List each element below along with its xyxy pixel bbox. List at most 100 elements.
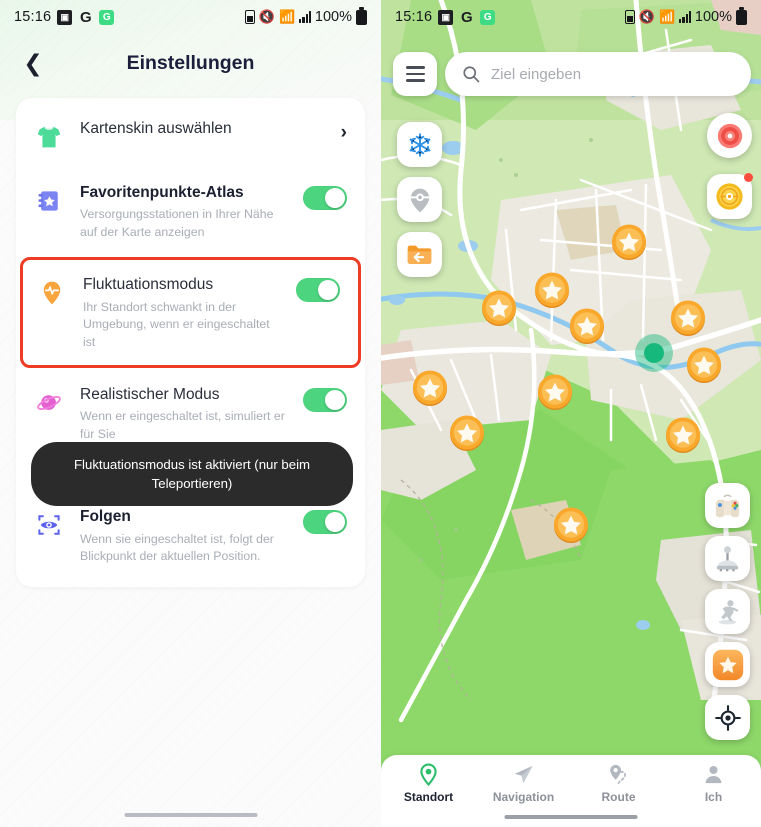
star-coin-glyph [612, 224, 646, 260]
person-icon [705, 765, 722, 784]
toggle-knob [325, 188, 345, 208]
signal-icon [299, 11, 311, 23]
back-button[interactable]: ❮ [18, 48, 48, 78]
toggle-favoritenpunkte-atlas[interactable] [303, 186, 347, 210]
map-screen: ner EBERSWALDE 2 Eberswalde EBERSWALDE 1… [381, 0, 761, 827]
poi-star-marker[interactable] [609, 222, 649, 262]
google-g-icon: G [79, 8, 92, 26]
settings-row-title: Kartenskin auswählen [80, 120, 232, 137]
settings-row-favoritenpunkte-atlas[interactable]: Favoritenpunkte-Atlas Versorgungsstation… [16, 168, 365, 255]
poi-star-marker[interactable] [447, 413, 487, 453]
settings-row-body: Folgen Wenn sie eingeschaltet ist, folgt… [80, 506, 289, 565]
target-red-icon[interactable] [707, 113, 752, 158]
red-target-glyph [717, 123, 742, 148]
wifi-icon: 📶 [278, 9, 296, 24]
star-coin-glyph [413, 370, 447, 406]
settings-row-subtitle: Ihr Standort schwankt in der Umgebung, w… [83, 299, 270, 349]
settings-row-body: Favoritenpunkte-Atlas Versorgungsstation… [80, 182, 289, 241]
star-coin-glyph [687, 347, 721, 383]
star-coin-glyph [554, 507, 588, 543]
star-coin-glyph [570, 308, 604, 344]
poi-star-marker[interactable] [479, 288, 519, 328]
green-app-icon: G [480, 9, 496, 25]
image-icon: ▣ [438, 9, 454, 25]
vault-icon [624, 10, 635, 24]
chevron-right-icon[interactable]: › [341, 122, 347, 144]
pokeball-grey-icon[interactable] [397, 177, 442, 222]
map-graphics [381, 0, 761, 827]
gamepad-icon[interactable] [705, 483, 750, 528]
tshirt-icon [32, 120, 66, 154]
poi-star-marker[interactable] [663, 415, 703, 455]
toast-message: Fluktuationsmodus ist aktiviert (nur bei… [31, 442, 353, 507]
nav-item-navigation[interactable]: Navigation [476, 763, 571, 804]
settings-row-control: › [341, 122, 347, 144]
status-bar-right-icons: 🔇 📶 100% [244, 7, 367, 25]
settings-row-control [303, 388, 347, 413]
settings-row-title: Fluktuationsmodus [83, 276, 214, 294]
toggle-knob [325, 390, 345, 411]
map-canvas[interactable]: ner EBERSWALDE 2 Eberswalde EBERSWALDE 1… [381, 0, 761, 827]
status-bar-right-right-icons: 🔇 📶 100% [624, 7, 747, 25]
status-bar-left: 15:16 ▣ G G 🔇 📶 100% [0, 0, 381, 34]
mute-icon: 🔇 [638, 9, 655, 24]
atlas-book-icon [32, 184, 66, 218]
nav-label: Navigation [492, 790, 555, 804]
settings-row-control [303, 186, 347, 210]
battery-percent: 100% [694, 9, 732, 25]
location-pin-icon [420, 763, 437, 786]
settings-screen: 15:16 ▣ G G 🔇 📶 100% ❮ Einstellungen Kar… [0, 0, 381, 827]
favorite-star-icon[interactable] [705, 642, 750, 687]
signal-icon [679, 11, 691, 23]
battery-percent: 100% [314, 9, 352, 25]
status-bar-right: 15:16 ▣ G G 🔇 📶 100% [381, 0, 761, 34]
folder-back-icon[interactable] [397, 232, 442, 277]
nav-item-ich[interactable]: Ich [666, 763, 761, 804]
settings-row-kartenskin[interactable]: Kartenskin auswählen › [16, 104, 365, 168]
poi-star-marker[interactable] [567, 306, 607, 346]
poi-star-marker[interactable] [551, 505, 591, 545]
gold-pokeball-glyph [716, 183, 743, 210]
app-root: 15:16 ▣ G G 🔇 📶 100% ❮ Einstellungen Kar… [0, 0, 761, 827]
running-person-icon[interactable] [705, 589, 750, 634]
poi-star-marker[interactable] [668, 298, 708, 338]
poi-star-marker[interactable] [532, 270, 572, 310]
toggle-folgen[interactable] [303, 510, 347, 535]
settings-row-title: Realistischer Modus [80, 386, 220, 404]
status-bar-right-left-icons: 15:16 ▣ G G [395, 8, 496, 26]
settings-row-title: Favoritenpunkte-Atlas [80, 184, 244, 201]
search-input[interactable]: Ziel eingeben [445, 52, 751, 96]
poi-star-marker[interactable] [410, 368, 450, 408]
page-title: Einstellungen [126, 51, 255, 74]
poi-star-marker[interactable] [684, 345, 724, 385]
mute-icon: 🔇 [258, 9, 275, 24]
star-coin-glyph [482, 290, 516, 326]
nav-label: Route [601, 790, 636, 804]
star-coin-glyph [538, 374, 572, 410]
snowflake-icon[interactable] [397, 122, 442, 167]
user-location-dot [635, 334, 673, 372]
runner-glyph [718, 600, 739, 625]
joystick-icon[interactable] [705, 536, 750, 581]
planet-icon [32, 386, 66, 420]
nav-item-route[interactable]: Route [571, 763, 666, 804]
toggle-realistischer-modus[interactable] [303, 388, 347, 413]
locate-me-icon[interactable] [705, 695, 750, 740]
google-g-icon: G [460, 8, 473, 26]
hamburger-menu-icon[interactable] [393, 52, 437, 96]
route-pin-icon [610, 764, 626, 784]
nav-item-standort[interactable]: Standort [381, 763, 476, 804]
settings-row-fluktuationsmodus[interactable]: Fluktuationsmodus Ihr Standort schwankt … [20, 257, 361, 369]
pokeball-gold-icon[interactable] [707, 173, 753, 219]
toggle-fluktuationsmodus[interactable] [296, 278, 340, 303]
snowflake-glyph [409, 132, 430, 157]
search-placeholder: Ziel eingeben [491, 65, 582, 83]
settings-row-subtitle: Wenn sie eingeschaltet ist, folgt der Bl… [80, 531, 274, 564]
toggle-knob [318, 280, 338, 301]
poi-star-marker[interactable] [535, 372, 575, 412]
settings-row-control [303, 510, 347, 535]
settings-row-subtitle: Versorgungsstationen in Ihrer Nähe auf d… [80, 207, 274, 239]
pulse-pin-icon [35, 276, 69, 310]
home-indicator-right [504, 814, 638, 819]
settings-topbar: ❮ Einstellungen [0, 34, 381, 92]
